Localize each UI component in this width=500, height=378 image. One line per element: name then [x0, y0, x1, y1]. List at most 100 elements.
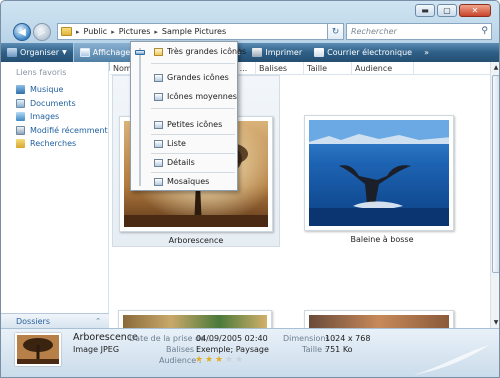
print-button[interactable]: Imprimer [246, 43, 308, 62]
scroll-up-icon[interactable]: ▲ [491, 62, 499, 73]
organiser-button[interactable]: Organiser ▼ [1, 43, 73, 62]
sidebar-item-images[interactable]: Images [1, 110, 108, 124]
email-label: Courrier électronique [327, 48, 413, 57]
star-icon[interactable]: ★ [225, 356, 234, 365]
envelope-icon [314, 48, 325, 57]
star-icon[interactable]: ★ [195, 356, 204, 365]
breadcrumb-separator-icon[interactable]: ▸ [76, 28, 80, 36]
star-icon[interactable]: ★ [215, 356, 224, 365]
window-controls: ▬ ▢ ✕ [415, 4, 491, 17]
minimize-button[interactable]: ▬ [415, 4, 435, 17]
folder-icon [61, 27, 72, 36]
star-icon[interactable]: ★ [235, 356, 244, 365]
forward-button[interactable]: ▶ [33, 23, 51, 41]
menu-item-label: Très grandes icônes [167, 47, 247, 56]
thumbnail-partial[interactable] [304, 310, 454, 328]
partial-image [123, 315, 267, 328]
menu-item-label: Grandes icônes [167, 73, 229, 82]
email-button[interactable]: Courrier électronique [308, 43, 418, 62]
sidebar-item-label: Modifié récemment [30, 125, 108, 135]
menu-item-tiles[interactable]: Mosaïques [154, 177, 209, 186]
vertical-scrollbar[interactable]: ▲ ▼ [490, 62, 499, 328]
menu-item-small-icons[interactable]: Petites icônes [154, 120, 222, 129]
views-dropdown-menu: Très grandes icônes Grandes icônes Icône… [130, 41, 246, 191]
organiser-label: Organiser [20, 48, 60, 57]
sidebar-item-searches[interactable]: Recherches [1, 137, 108, 151]
views-icon [79, 48, 90, 57]
search-input[interactable]: Rechercher ⚲ [346, 23, 492, 40]
small-icons-icon [154, 120, 163, 129]
thumbnail-partial[interactable] [118, 310, 272, 328]
menu-separator [151, 63, 235, 64]
close-button[interactable]: ✕ [459, 4, 491, 17]
back-button[interactable]: ◀ [13, 23, 31, 41]
details-tags-value[interactable]: Exemple; Paysage [196, 345, 269, 354]
printer-icon [252, 48, 263, 57]
favorites-heading: Liens favoris [16, 68, 67, 77]
search-folder-icon [16, 139, 25, 149]
list-icon [154, 139, 163, 148]
folders-toggle[interactable]: Dossiers ⌃ [1, 313, 109, 328]
menu-item-medium-icons[interactable]: Icônes moyennes [154, 92, 237, 101]
chevron-down-icon: ▼ [62, 49, 67, 56]
sidebar-item-documents[interactable]: Documents [1, 97, 108, 111]
view-size-slider-track[interactable] [139, 48, 141, 186]
menu-item-list[interactable]: Liste [154, 139, 186, 148]
address-bar[interactable]: ▸ Public ▸ Pictures ▸ Sample Pictures ▼ [57, 23, 340, 40]
details-tags-label: Balises : [166, 345, 200, 354]
documents-folder-icon [16, 98, 25, 108]
partial-image [309, 315, 449, 328]
file-tile-baleine[interactable]: Baleine à bosse [298, 75, 466, 247]
sidebar-item-label: Recherches [30, 139, 77, 149]
menu-separator [151, 172, 235, 173]
column-header-audience[interactable]: Audience [352, 62, 414, 75]
decorative-swoosh [413, 345, 489, 375]
favorites-list: Musique Documents Images Modifié récemme… [1, 83, 108, 151]
large-icons-icon [154, 73, 163, 82]
column-header-size[interactable]: Taille [304, 62, 352, 75]
scroll-down-icon[interactable]: ▼ [491, 317, 499, 328]
menu-item-label: Détails [167, 158, 195, 167]
breadcrumb-sample-pictures[interactable]: Sample Pictures [162, 27, 226, 36]
menu-item-extra-large-icons[interactable]: Très grandes icônes [154, 47, 246, 56]
tiles-icon [154, 177, 163, 186]
thumbnail [304, 115, 454, 231]
more-commands-button[interactable]: » [418, 43, 435, 62]
recent-folder-icon [16, 125, 25, 135]
details-thumbnail [15, 333, 61, 366]
breadcrumb-pictures[interactable]: Pictures [119, 27, 151, 36]
view-size-slider-handle[interactable] [135, 50, 145, 55]
more-chevron-icon: » [424, 48, 429, 57]
column-header-tags[interactable]: Balises [256, 62, 304, 75]
menu-item-label: Mosaïques [167, 177, 210, 186]
sidebar-item-recent[interactable]: Modifié récemment [1, 124, 108, 138]
maximize-button[interactable]: ▢ [437, 4, 457, 17]
search-placeholder: Rechercher [351, 27, 397, 36]
scroll-thumb[interactable] [492, 75, 499, 273]
navigation-pane: Liens favoris Musique Documents Images M… [1, 62, 109, 328]
details-size-label: Taille : [302, 345, 328, 354]
menu-separator [151, 134, 235, 135]
breadcrumb-separator-icon[interactable]: ▸ [111, 28, 115, 36]
breadcrumb-public[interactable]: Public [84, 27, 108, 36]
menu-item-large-icons[interactable]: Grandes icônes [154, 73, 229, 82]
organise-icon [7, 48, 17, 57]
refresh-button[interactable]: ↻ [327, 23, 344, 40]
menu-item-label: Liste [167, 139, 186, 148]
details-dimensions-value: 1024 x 768 [325, 334, 371, 343]
details-pane: Arborescence Image JPEG Date de la prise… [1, 328, 499, 377]
details-date-value[interactable]: 04/09/2005 02:40 [196, 334, 268, 343]
menu-item-details[interactable]: Détails [154, 158, 195, 167]
file-name-label: Baleine à bosse [350, 235, 414, 244]
details-size-value: 751 Ko [325, 345, 353, 354]
breadcrumb-separator-icon[interactable]: ▸ [154, 28, 158, 36]
sidebar-item-music[interactable]: Musique [1, 83, 108, 97]
chevron-up-icon: ⌃ [95, 317, 101, 325]
menu-separator [151, 108, 235, 109]
search-icon[interactable]: ⚲ [481, 26, 488, 36]
rating-stars[interactable]: ★ ★ ★ ★ ★ [195, 356, 244, 365]
sidebar-item-label: Documents [30, 98, 76, 108]
explorer-window: ▬ ▢ ✕ ◀ ▶ ▸ Public ▸ Pictures ▸ Sample P… [0, 0, 500, 378]
star-icon[interactable]: ★ [205, 356, 214, 365]
menu-item-label: Icônes moyennes [167, 92, 237, 101]
